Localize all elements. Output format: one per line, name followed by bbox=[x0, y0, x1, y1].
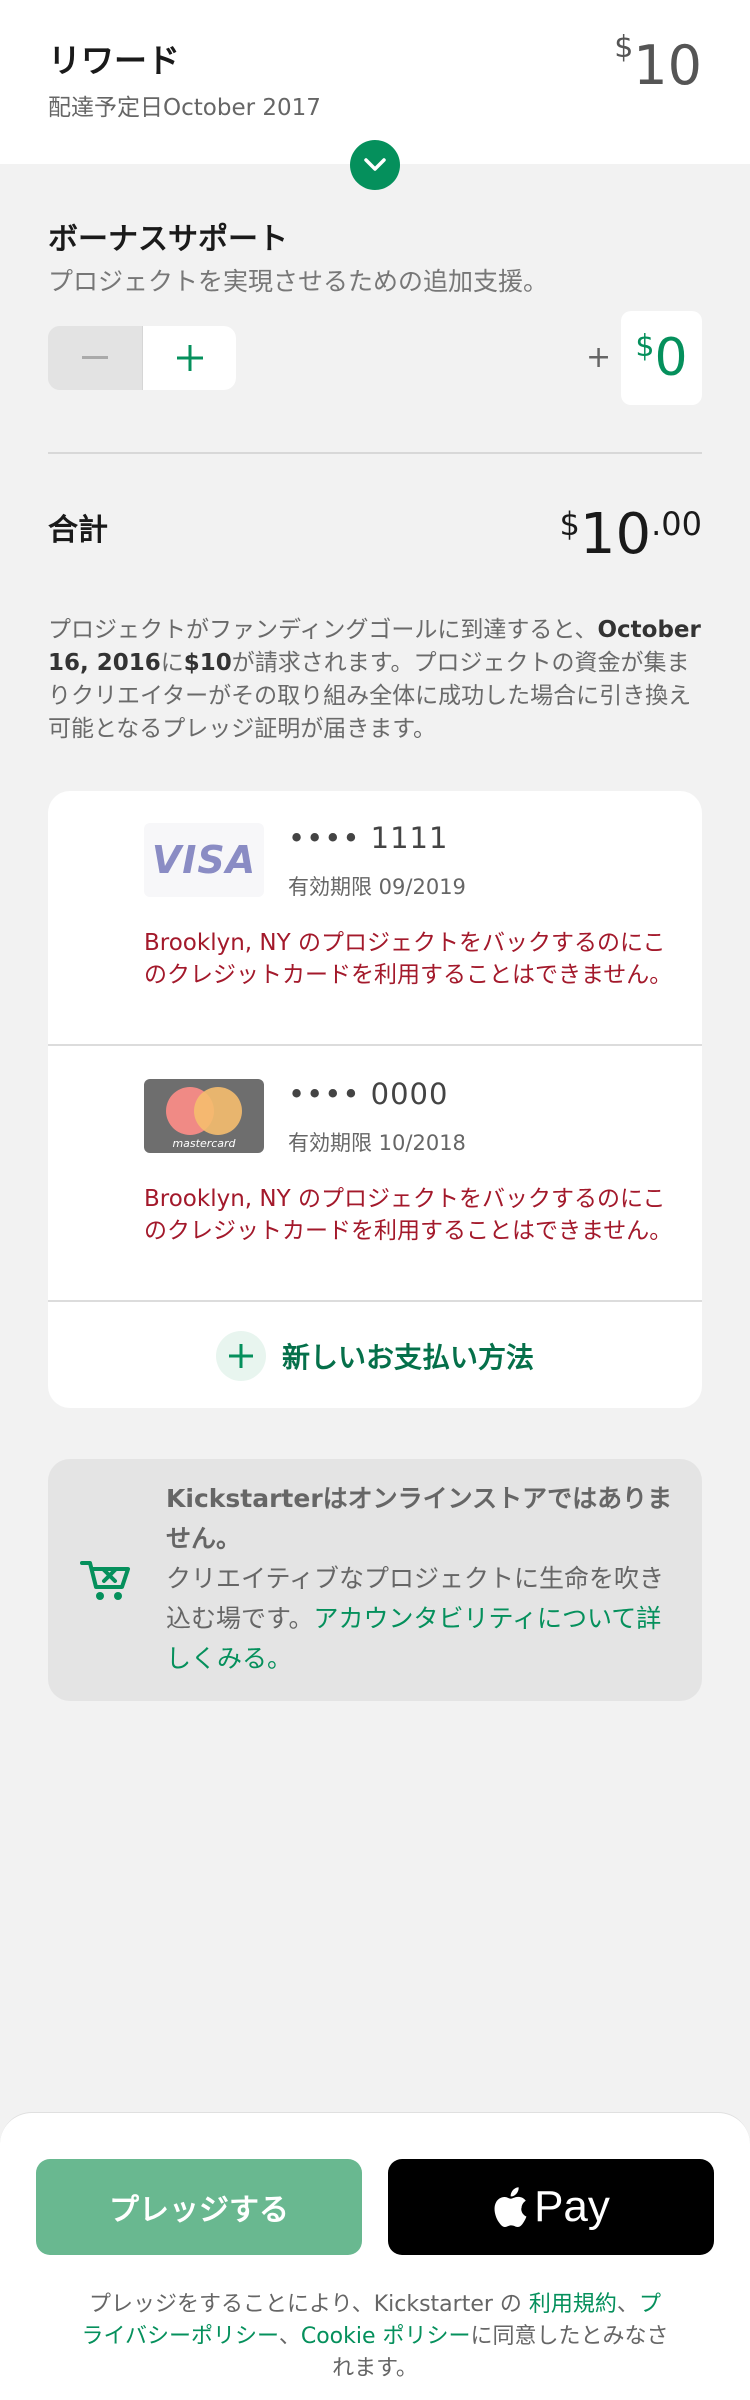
notice-amount: $10 bbox=[183, 650, 232, 676]
terms-separator: 、 bbox=[278, 2324, 301, 2349]
terms-text: プレッジをすることにより、Kickstarter の 利用規約、プライバシーポリ… bbox=[80, 2289, 670, 2385]
apple-pay-label: Pay bbox=[534, 2182, 610, 2231]
card-expiry: 有効期限 10/2018 bbox=[288, 1131, 466, 1155]
pledge-button[interactable]: プレッジする bbox=[36, 2159, 362, 2255]
bonus-support-subtitle: プロジェクトを実現させるための追加支援。 bbox=[48, 267, 549, 296]
decrease-bonus-button[interactable] bbox=[48, 326, 142, 390]
add-payment-method-button[interactable]: 新しいお支払い方法 bbox=[48, 1303, 702, 1408]
reward-amount: 10 bbox=[633, 34, 702, 97]
info-text: Kickstarterはオンラインストアではありません。 クリエイティブなプロジェ… bbox=[166, 1479, 676, 1679]
payment-method-visa[interactable]: VISA •••• 1111 有効期限 09/2019 Brooklyn, NY… bbox=[48, 791, 702, 1046]
bonus-support-title: ボーナスサポート bbox=[48, 222, 288, 257]
mastercard-logo: mastercard bbox=[144, 1079, 264, 1153]
apple-pay-button[interactable]: Pay bbox=[388, 2159, 714, 2255]
bonus-amount-field[interactable]: $0 bbox=[621, 311, 702, 405]
total-currency: $ bbox=[559, 505, 580, 543]
bonus-stepper bbox=[48, 326, 236, 390]
info-box: Kickstarterはオンラインストアではありません。 クリエイティブなプロジェ… bbox=[48, 1459, 702, 1701]
total-whole: 10 bbox=[579, 502, 652, 567]
card-number: •••• 1111 bbox=[288, 821, 449, 855]
terms-of-use-link[interactable]: 利用規約 bbox=[529, 2292, 617, 2317]
total-cents: .00 bbox=[651, 505, 702, 543]
terms-part: プレッジをすることにより、Kickstarter の bbox=[89, 2292, 529, 2317]
chevron-down-icon bbox=[364, 158, 386, 171]
charge-notice: プロジェクトがファンディングゴールに到達すると、October 16, 2016… bbox=[48, 614, 702, 746]
info-bold-text: Kickstarterはオンラインストアではありません。 bbox=[166, 1484, 673, 1553]
increase-bonus-button[interactable] bbox=[142, 326, 236, 390]
minus-icon bbox=[82, 356, 108, 359]
card-error-message: Brooklyn, NY のプロジェクトをバックするのにこのクレジットカードを利… bbox=[144, 930, 673, 988]
card-expiry: 有効期限 09/2019 bbox=[288, 875, 466, 899]
reward-currency: $ bbox=[614, 30, 634, 65]
card-number: •••• 0000 bbox=[288, 1077, 449, 1111]
divider bbox=[48, 452, 702, 454]
total-label: 合計 bbox=[48, 513, 108, 548]
plus-icon bbox=[176, 345, 203, 371]
notice-text: に bbox=[160, 650, 184, 676]
reward-title: リワード bbox=[48, 41, 180, 80]
card-error-message: Brooklyn, NY のプロジェクトをバックするのにこのクレジットカードを利… bbox=[144, 1186, 673, 1244]
bottom-sheet: プレッジする Pay プレッジをすることにより、Kickstarter の 利用… bbox=[0, 2112, 750, 2400]
cookie-policy-link[interactable]: Cookie ポリシー bbox=[301, 2324, 471, 2349]
reward-delivery-date: 配達予定日October 2017 bbox=[48, 95, 321, 121]
add-icon bbox=[215, 1330, 266, 1381]
reward-price: $10 bbox=[614, 30, 702, 97]
collapse-reward-button[interactable] bbox=[350, 140, 400, 190]
visa-logo: VISA bbox=[144, 823, 264, 897]
visa-brand-text: VISA bbox=[151, 838, 257, 882]
total-amount: $10.00 bbox=[559, 502, 702, 567]
bonus-amount-value: 0 bbox=[654, 328, 688, 388]
cart-icon bbox=[80, 1561, 130, 1600]
notice-text: プロジェクトがファンディングゴールに到達すると、 bbox=[48, 617, 598, 643]
bonus-plus-sign: + bbox=[586, 340, 612, 375]
terms-separator: 、 bbox=[616, 2292, 639, 2317]
bonus-currency: $ bbox=[635, 328, 655, 364]
add-payment-method-label: 新しいお支払い方法 bbox=[281, 1340, 534, 1374]
apple-icon bbox=[494, 2187, 527, 2228]
payment-method-mastercard[interactable]: mastercard •••• 0000 有効期限 10/2018 Brookl… bbox=[48, 1047, 702, 1302]
mastercard-brand-text: mastercard bbox=[172, 1137, 236, 1150]
payment-methods-card: VISA •••• 1111 有効期限 09/2019 Brooklyn, NY… bbox=[48, 791, 702, 1408]
